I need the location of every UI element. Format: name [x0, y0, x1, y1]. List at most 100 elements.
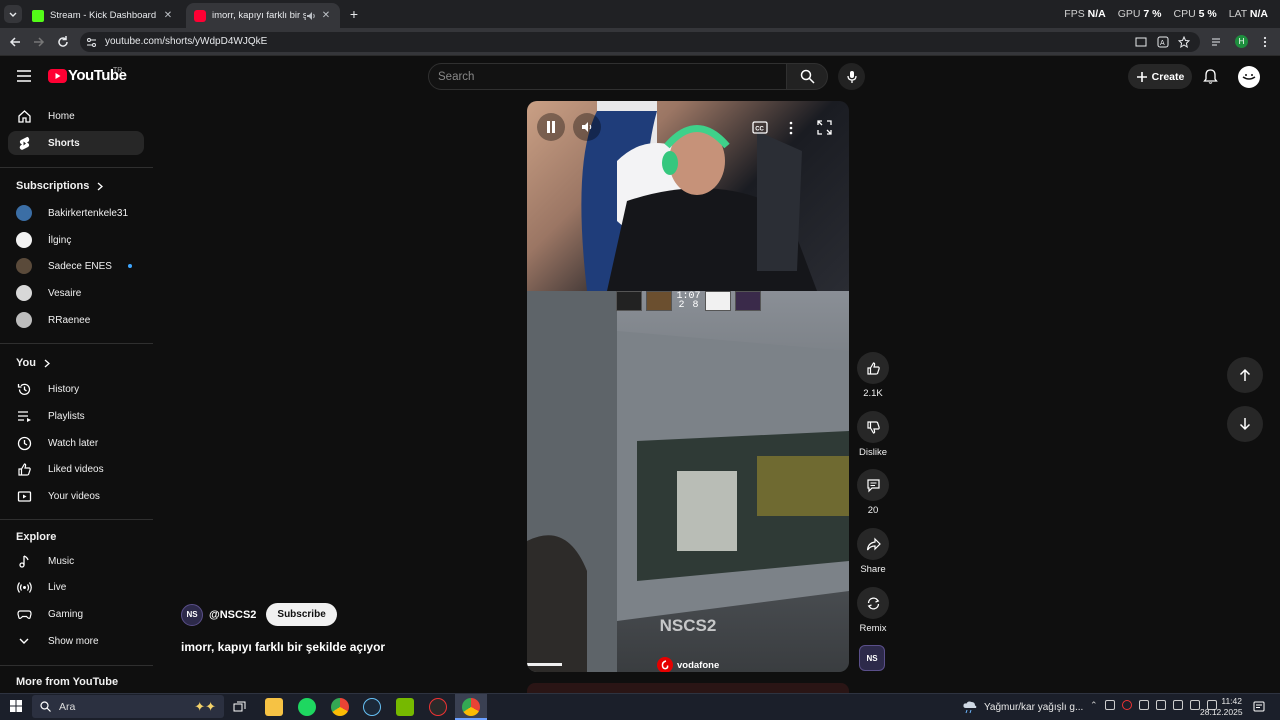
browser-tab-kick[interactable]: Stream - Kick Dashboard ✕	[24, 3, 182, 28]
remix-button[interactable]	[857, 587, 889, 619]
search-input[interactable]	[438, 70, 768, 84]
channel-avatar[interactable]: NS	[181, 603, 203, 626]
next-short-preview[interactable]	[527, 683, 849, 693]
system-clock[interactable]: 11:42 28.12.2025	[1200, 696, 1243, 718]
more-vert-icon[interactable]	[788, 121, 794, 135]
microphone-icon[interactable]	[1138, 700, 1149, 710]
back-arrow-icon[interactable]	[7, 34, 23, 50]
share-action: Share	[855, 528, 891, 575]
subscription-item[interactable]: İlginç	[8, 228, 144, 252]
sidebar-item-shorts[interactable]: Shorts	[8, 131, 144, 155]
steam-icon[interactable]	[363, 698, 381, 716]
sidebar-item-gaming[interactable]: Gaming	[8, 602, 144, 626]
tab-list-button[interactable]	[4, 5, 22, 23]
create-button[interactable]: Create	[1128, 64, 1192, 89]
chevron-up-icon[interactable]: ⌃	[1090, 700, 1098, 711]
voice-search-button[interactable]	[838, 63, 865, 90]
tray-app-icon[interactable]	[1155, 700, 1166, 710]
url-text[interactable]: youtube.com/shorts/yWdpD4WJQkE	[105, 36, 267, 47]
next-short-button[interactable]	[1227, 406, 1263, 442]
share-button[interactable]	[857, 528, 889, 560]
cast-icon[interactable]	[1135, 36, 1147, 48]
chrome-active-icon[interactable]	[462, 698, 480, 716]
sidebar-item-your-videos[interactable]: Your videos	[8, 484, 144, 508]
you-heading[interactable]: You	[16, 357, 50, 369]
team-logo	[646, 291, 673, 311]
score-left: 2	[678, 300, 685, 311]
video-progress-bar[interactable]	[527, 663, 563, 666]
comments-button[interactable]	[857, 469, 889, 501]
sidebar-item-live[interactable]: Live	[8, 575, 144, 599]
svg-text:A: A	[1160, 40, 1165, 47]
volume-button[interactable]	[573, 113, 601, 141]
previous-short-button[interactable]	[1227, 357, 1263, 393]
more-vert-icon[interactable]	[1260, 36, 1270, 48]
sparkle-icon: ✦✦	[194, 698, 216, 714]
browser-tab-youtube[interactable]: imorr, kapıyı farklı bir şekild ✕	[186, 3, 340, 28]
pause-button[interactable]	[537, 113, 565, 141]
recorder-icon[interactable]	[429, 698, 447, 716]
sidebar-item-liked-videos[interactable]: Liked videos	[8, 457, 144, 481]
reload-icon[interactable]	[55, 34, 71, 50]
captions-icon[interactable]: CC	[752, 121, 768, 134]
subscription-item[interactable]: Sadece ENES	[8, 254, 144, 278]
sidebar-item-label: Watch later	[48, 437, 99, 449]
forward-arrow-icon[interactable]	[31, 34, 47, 50]
sidebar-item-music[interactable]: Music	[8, 549, 144, 573]
subscriptions-heading[interactable]: Subscriptions	[16, 180, 104, 192]
tray-app-icon[interactable]	[1172, 700, 1183, 710]
pause-icon	[547, 121, 555, 133]
menu-hamburger-icon[interactable]	[17, 70, 31, 82]
profile-avatar[interactable]: H	[1235, 35, 1248, 48]
sidebar-item-watch-later[interactable]: Watch later	[8, 431, 144, 455]
like-button[interactable]	[857, 352, 889, 384]
audio-playing-icon[interactable]	[306, 11, 316, 21]
subscription-item[interactable]: Bakirkertenkele31	[8, 201, 144, 225]
close-tab-icon[interactable]: ✕	[162, 10, 174, 21]
spotify-icon[interactable]	[298, 698, 316, 716]
notifications-bell-icon[interactable]	[1202, 68, 1219, 85]
subscription-item[interactable]: Vesaire	[8, 281, 144, 305]
weather-widget[interactable]: Yağmur/kar yağışlı g...	[962, 700, 1083, 714]
media-controls-icon[interactable]	[1211, 36, 1223, 48]
history-icon	[16, 381, 32, 397]
sidebar-item-playlists[interactable]: Playlists	[8, 404, 144, 428]
performance-overlay: FPS N/A GPU 7 % CPU 5 % LAT N/A	[1064, 8, 1268, 20]
dislike-button[interactable]	[857, 411, 889, 443]
new-tab-button[interactable]: +	[346, 6, 362, 22]
notification-center-icon[interactable]	[1253, 701, 1265, 713]
task-view-icon[interactable]	[233, 701, 246, 714]
sidebar-item-home[interactable]: Home	[8, 104, 144, 128]
channel-avatar-small[interactable]: NS	[859, 645, 885, 671]
subscriptions-title: Subscriptions	[16, 180, 90, 192]
subscription-item[interactable]: RRaenee	[8, 308, 144, 332]
taskbar-search[interactable]: Ara ✦✦	[32, 695, 224, 718]
close-tab-icon[interactable]: ✕	[320, 10, 332, 21]
subscribe-button[interactable]: Subscribe	[266, 603, 337, 626]
translate-icon[interactable]: A	[1157, 36, 1169, 48]
search-button[interactable]	[786, 63, 828, 90]
sidebar-item-label: Playlists	[48, 410, 85, 422]
site-info-icon[interactable]	[86, 37, 97, 48]
fullscreen-icon[interactable]	[817, 120, 832, 135]
fps-value: N/A	[1087, 8, 1106, 20]
sidebar-item-label: Live	[48, 581, 67, 593]
chrome-icon[interactable]	[331, 698, 349, 716]
sponsor-badge: vodafone	[657, 657, 719, 672]
account-avatar[interactable]	[1238, 66, 1260, 88]
sidebar-item-label: History	[48, 383, 80, 395]
sidebar-item-show-more[interactable]: Show more	[8, 629, 144, 653]
tray-app-icon[interactable]	[1121, 700, 1132, 710]
bookmark-star-icon[interactable]	[1178, 36, 1190, 48]
windows-start-icon[interactable]	[10, 700, 22, 712]
nvidia-icon[interactable]	[396, 698, 414, 716]
file-explorer-icon[interactable]	[265, 698, 283, 716]
network-icon[interactable]	[1189, 700, 1200, 710]
sidebar-item-history[interactable]: History	[8, 377, 144, 401]
channel-name[interactable]: @NSCS2	[209, 609, 256, 621]
tray-app-icon[interactable]	[1104, 700, 1115, 710]
youtube-logo-icon[interactable]	[48, 69, 67, 83]
remix-label: Remix	[859, 623, 887, 634]
shorts-video-player[interactable]: 1:07 2 8 CC NSCS2 vodafone	[527, 101, 849, 672]
video-title[interactable]: imorr, kapıyı farklı bir şekilde açıyor	[181, 640, 385, 654]
